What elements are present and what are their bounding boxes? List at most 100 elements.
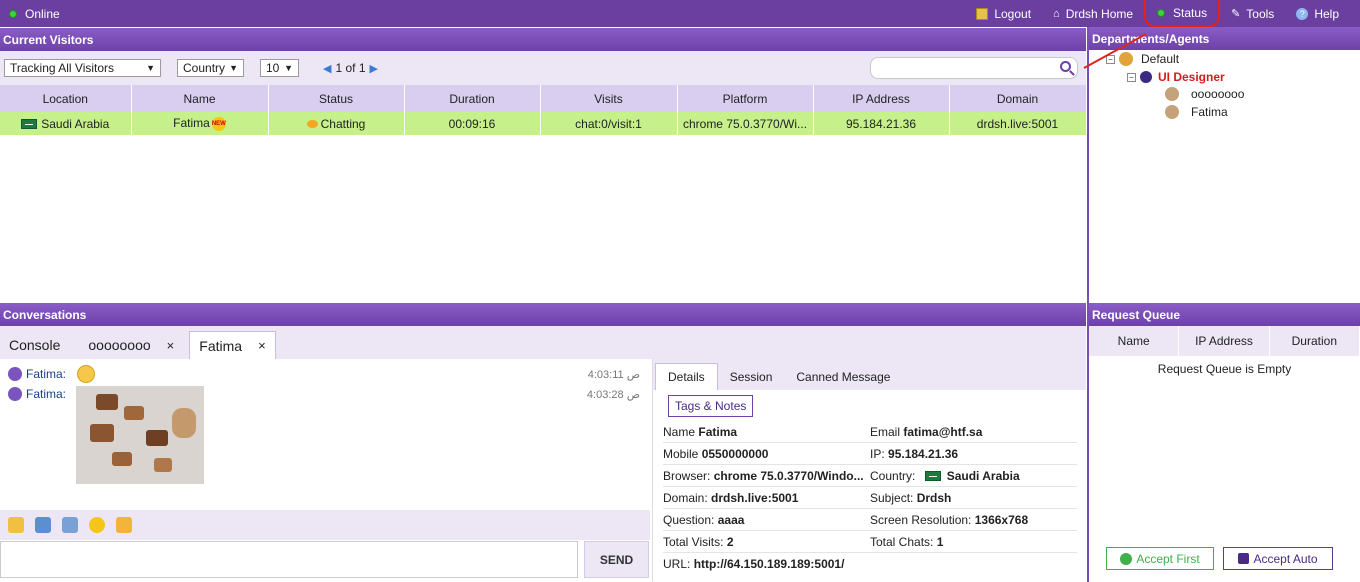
ui-designer-label: UI Designer — [1158, 70, 1225, 84]
invite-icon[interactable] — [116, 517, 132, 533]
nav-tools[interactable]: ✎ Tools — [1220, 0, 1285, 27]
tab-canned-message[interactable]: Canned Message — [784, 363, 902, 390]
tab-details[interactable]: Details — [655, 363, 718, 390]
col-queue-name[interactable]: Name — [1089, 326, 1180, 356]
detail-label: Subject: — [870, 490, 914, 505]
close-icon[interactable]: × — [258, 338, 266, 353]
detail-value: Drdsh — [916, 490, 952, 505]
per-page-select[interactable]: 10 ▼ — [260, 59, 299, 77]
nav-home-label: Drdsh Home — [1065, 6, 1134, 21]
departments-tree: − Default − UI Designer oooooooo Fatima — [1089, 50, 1360, 303]
nav-logout-label: Logout — [994, 6, 1032, 21]
col-status[interactable]: Status — [268, 85, 405, 112]
request-queue-title: Request Queue — [1092, 307, 1181, 322]
canned-text-icon[interactable] — [62, 517, 78, 533]
conversation-tabs: Console oooooooo × Fatima × — [0, 326, 1086, 359]
chat-transcript[interactable]: Fatima: 4:03:11 ص Fatima: 4:03:28 ص — [0, 359, 650, 510]
composer-toolbar — [0, 510, 650, 540]
nav-status-label: Status — [1173, 5, 1208, 20]
visitors-toolbar: Tracking All Visitors ▼ Country ▼ 10 ▼ ◀… — [0, 51, 1086, 85]
detail-label: Email — [870, 424, 901, 439]
photo-detail — [154, 458, 172, 472]
tracking-select[interactable]: Tracking All Visitors ▼ — [4, 59, 161, 77]
location-text: Saudi Arabia — [41, 116, 110, 131]
detail-value: 0550000000 — [701, 446, 769, 461]
tab-oooooooo[interactable]: oooooooo × — [79, 331, 183, 359]
detail-value[interactable]: http://64.150.189.189:5001/ — [694, 557, 845, 571]
detail-value: 1366x768 — [974, 512, 1029, 527]
col-platform[interactable]: Platform — [677, 85, 814, 112]
photo-detail — [112, 452, 132, 466]
chevron-down-icon: ▼ — [284, 63, 293, 73]
current-visitors-header: Current Visitors — [0, 28, 1086, 51]
detail-value: fatima@htf.sa — [903, 424, 983, 439]
saudi-flag-icon — [21, 119, 38, 130]
photo-detail — [146, 430, 168, 446]
accept-auto-button[interactable]: Accept Auto — [1223, 547, 1333, 570]
tree-node-agent[interactable]: Fatima — [1165, 105, 1228, 119]
tab-console[interactable]: Console — [0, 331, 69, 359]
cell-status: Chatting — [268, 112, 405, 135]
col-queue-ip[interactable]: IP Address — [1179, 326, 1270, 356]
tab-label: Canned Message — [796, 369, 891, 384]
emoji-icon[interactable] — [89, 517, 105, 533]
message-input[interactable] — [0, 541, 578, 578]
detail-value: 1 — [936, 534, 944, 549]
col-visits[interactable]: Visits — [540, 85, 678, 112]
tree-node-agent[interactable]: oooooooo — [1165, 87, 1244, 101]
online-status[interactable]: Online — [9, 7, 60, 21]
tab-label: Console — [9, 337, 61, 353]
col-domain[interactable]: Domain — [949, 85, 1087, 112]
detail-label: Name — [663, 424, 696, 439]
next-page-icon[interactable]: ▶ — [370, 62, 378, 75]
tracking-select-value: Tracking All Visitors — [10, 61, 115, 75]
pager: ◀ 1 of 1 ▶ — [319, 61, 382, 75]
message-sender: Fatima: — [26, 367, 67, 381]
nav-status[interactable]: Status — [1144, 0, 1221, 27]
shared-image[interactable] — [76, 386, 204, 484]
cell-domain: drdsh.live:5001 — [949, 112, 1087, 135]
tab-fatima[interactable]: Fatima × — [189, 331, 276, 359]
prev-page-icon[interactable]: ◀ — [323, 62, 331, 75]
cell-visits: chat:0/visit:1 — [540, 112, 678, 135]
current-visitors-title: Current Visitors — [3, 32, 94, 47]
col-location[interactable]: Location — [0, 85, 132, 112]
request-queue-columns: Name IP Address Duration — [1089, 326, 1360, 356]
visitor-search-input[interactable] — [870, 57, 1078, 79]
detail-label: Total Visits: — [663, 534, 724, 549]
agent-label: Fatima — [1191, 105, 1228, 119]
col-name[interactable]: Name — [131, 85, 269, 112]
search-icon[interactable] — [1060, 61, 1071, 72]
image-upload-icon[interactable] — [35, 517, 51, 533]
tab-session[interactable]: Session — [718, 363, 785, 390]
tags-notes-button[interactable]: Tags & Notes — [668, 395, 754, 417]
col-ip-address[interactable]: IP Address — [813, 85, 950, 112]
agent-headset-icon — [1165, 87, 1179, 101]
visitor-avatar-icon — [8, 387, 22, 401]
online-dot-icon — [9, 9, 17, 18]
col-queue-duration[interactable]: Duration — [1270, 326, 1360, 356]
conversations-header: Conversations — [0, 303, 1086, 326]
tab-label: Details — [668, 370, 705, 384]
conversations-title: Conversations — [3, 307, 87, 322]
transfer-user-icon[interactable] — [8, 517, 24, 533]
col-duration[interactable]: Duration — [404, 85, 541, 112]
nav-help[interactable]: ? Help — [1285, 0, 1350, 27]
accept-first-button[interactable]: Accept First — [1106, 547, 1214, 570]
request-queue-empty: Request Queue is Empty — [1157, 362, 1292, 376]
close-icon[interactable]: × — [167, 338, 175, 353]
country-select[interactable]: Country ▼ — [177, 59, 244, 77]
send-button[interactable]: SEND — [584, 541, 649, 578]
nav-logout[interactable]: Logout — [965, 0, 1042, 27]
nav-drdsh-home[interactable]: ⌂ Drdsh Home — [1042, 0, 1144, 27]
message-timestamp: 4:03:28 ص — [586, 388, 640, 401]
visitor-avatar-icon — [8, 367, 22, 381]
top-bar: Online Logout ⌂ Drdsh Home Status ✎ Tool… — [0, 0, 1360, 27]
cell-platform: chrome 75.0.3770/Wi... — [677, 112, 814, 135]
chat-message: Fatima: 4:03:11 ص — [0, 365, 650, 383]
detail-value: Saudi Arabia — [946, 468, 1020, 483]
visitors-table: Location Name Status Duration Visits Pla… — [0, 85, 1087, 135]
message-timestamp: 4:03:11 ص — [587, 368, 640, 381]
table-row[interactable]: Saudi Arabia Fatima NEW Chatting 00:09:16… — [0, 112, 1087, 135]
top-nav: Logout ⌂ Drdsh Home Status ✎ Tools ? Hel… — [965, 0, 1350, 27]
